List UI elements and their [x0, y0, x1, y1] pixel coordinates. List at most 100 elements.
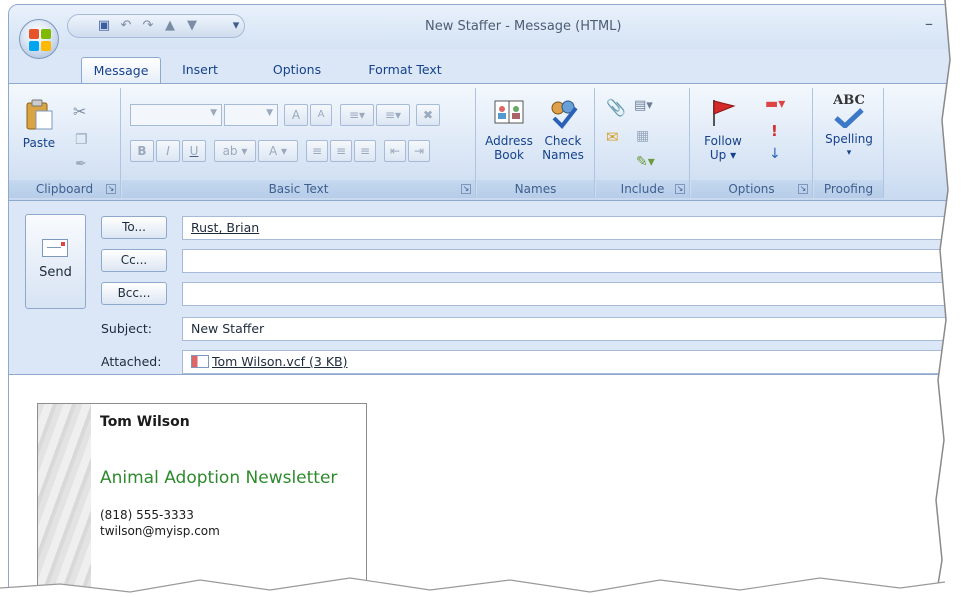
bullets-button[interactable]: ≡▾: [340, 104, 374, 126]
send-label: Send: [39, 265, 72, 280]
align-right-button[interactable]: ≡: [354, 140, 376, 162]
bold-button[interactable]: B: [130, 140, 154, 162]
copy-icon[interactable]: ❐: [75, 132, 88, 148]
numbering-button[interactable]: ≡▾: [376, 104, 410, 126]
include-group: 📎 ▤▾ ✉ ▦ ✎▾ Include ↘: [596, 88, 690, 198]
font-color-button[interactable]: A ▾: [258, 140, 298, 162]
vcard-file-icon: [191, 355, 209, 368]
proofing-group-label: Proofing: [814, 180, 883, 198]
spelling-button[interactable]: ABC Spelling ▾: [820, 94, 878, 160]
card-email: twilson@myisp.com: [100, 524, 220, 538]
attached-field: Tom Wilson.vcf (3 KB): [182, 350, 957, 374]
send-envelope-icon: [42, 239, 68, 257]
address-book-icon: [494, 100, 524, 124]
attached-label: Attached:: [101, 354, 162, 369]
card-phone: (818) 555-3333: [100, 508, 194, 522]
basic-text-group-label: Basic Text: [122, 180, 475, 198]
font-size-combo[interactable]: ▼: [224, 104, 278, 126]
format-painter-icon[interactable]: ✒: [75, 156, 87, 172]
follow-up-flag-icon: [713, 100, 736, 126]
cc-field[interactable]: [182, 249, 957, 273]
redo-icon[interactable]: ↷: [140, 19, 156, 33]
undo-icon[interactable]: ↶: [118, 19, 134, 33]
options-group-label: Options: [691, 180, 812, 198]
names-group-label: Names: [477, 180, 594, 198]
ribbon: Paste ✂ ❐ ✒ Clipboard ↘ ▼ ▼ A A ≡▾ ≡▾ ✖ …: [9, 83, 957, 201]
spelling-check-icon: [834, 108, 864, 128]
quick-access-toolbar: ▣ ↶ ↷ ▲ ▼ ▾: [67, 14, 245, 38]
customize-qat-icon[interactable]: ▾: [228, 19, 244, 33]
clear-formatting-button[interactable]: ✖: [416, 104, 440, 126]
spelling-abc-icon: ABC: [833, 93, 865, 108]
font-name-combo[interactable]: ▼: [130, 104, 222, 126]
calendar-icon[interactable]: ▦: [636, 128, 649, 144]
categorize-icon[interactable]: ▬▾: [765, 96, 785, 112]
business-card-strip: [38, 404, 91, 597]
minimize-button[interactable]: –: [919, 16, 939, 33]
to-recipient[interactable]: Rust, Brian: [191, 220, 259, 235]
basic-text-group: ▼ ▼ A A ≡▾ ≡▾ ✖ B I U ab ▾ A ▾ ≡ ≡ ≡ ⇤ ⇥…: [122, 88, 476, 198]
subject-field[interactable]: New Staffer: [182, 317, 957, 341]
underline-button[interactable]: U: [182, 140, 206, 162]
proofing-group: ABC Spelling ▾ Proofing: [814, 88, 884, 198]
subject-label: Subject:: [101, 321, 152, 336]
cc-button[interactable]: Cc...: [101, 249, 167, 272]
previous-icon[interactable]: ▲: [162, 19, 178, 33]
paste-icon: [26, 99, 53, 130]
save-icon[interactable]: ▣: [96, 19, 112, 33]
signature-icon[interactable]: ✎▾: [636, 154, 655, 170]
tab-insert[interactable]: Insert: [175, 57, 225, 83]
bcc-button[interactable]: Bcc...: [101, 282, 167, 305]
business-card-icon[interactable]: ▤▾: [634, 98, 653, 113]
attach-file-icon[interactable]: 📎: [606, 98, 626, 117]
tab-format-text[interactable]: Format Text: [363, 57, 447, 83]
highlight-button[interactable]: ab ▾: [214, 140, 256, 162]
business-card: Tom Wilson Animal Adoption Newsletter (8…: [37, 403, 367, 597]
paste-label: Paste: [22, 136, 56, 150]
next-icon[interactable]: ▼: [184, 19, 200, 33]
spelling-label: Spelling: [825, 132, 873, 146]
decrease-indent-button[interactable]: ⇤: [384, 140, 406, 162]
to-button[interactable]: To...: [101, 216, 167, 239]
check-names-icon: [551, 100, 578, 130]
basic-text-launcher-icon[interactable]: ↘: [461, 184, 471, 194]
clipboard-group: Paste ✂ ❐ ✒ Clipboard ↘: [9, 88, 121, 198]
options-launcher-icon[interactable]: ↘: [798, 184, 808, 194]
shrink-font-button[interactable]: A: [310, 104, 332, 126]
tab-options[interactable]: Options: [267, 57, 327, 83]
address-book-label-1: Address: [485, 134, 533, 148]
align-left-button[interactable]: ≡: [306, 140, 328, 162]
address-book-button[interactable]: Address Book: [483, 96, 535, 162]
card-name: Tom Wilson: [100, 414, 190, 430]
include-launcher-icon[interactable]: ↘: [675, 184, 685, 194]
title-bar: ▣ ↶ ↷ ▲ ▼ ▾ New Staffer - Message (HTML)…: [9, 5, 957, 49]
clipboard-group-label: Clipboard: [9, 180, 120, 198]
attach-item-icon[interactable]: ✉: [606, 128, 619, 146]
address-book-label-2: Book: [494, 148, 524, 162]
cut-icon[interactable]: ✂: [73, 102, 86, 121]
bcc-field[interactable]: [182, 282, 957, 306]
follow-up-button[interactable]: Follow Up ▾: [697, 96, 749, 162]
attachment-link[interactable]: Tom Wilson.vcf (3 KB): [212, 354, 348, 369]
follow-up-label-2: Up ▾: [709, 148, 737, 162]
check-names-button[interactable]: Check Names: [537, 96, 589, 162]
italic-button[interactable]: I: [156, 140, 180, 162]
spelling-dropdown-icon: ▾: [846, 148, 852, 158]
low-importance-icon[interactable]: ↓: [769, 146, 781, 162]
grow-font-button[interactable]: A: [284, 104, 308, 126]
follow-up-label-1: Follow: [704, 134, 742, 148]
increase-indent-button[interactable]: ⇥: [408, 140, 430, 162]
send-button[interactable]: Send: [25, 214, 86, 309]
window-title: New Staffer - Message (HTML): [425, 19, 622, 34]
names-group: Address Book Check Names Names: [477, 88, 595, 198]
card-organization: Animal Adoption Newsletter: [100, 468, 338, 488]
to-field[interactable]: Rust, Brian: [182, 216, 957, 240]
office-button[interactable]: [19, 19, 59, 59]
high-importance-icon[interactable]: !: [771, 122, 778, 140]
office-logo-icon: [29, 29, 51, 51]
clipboard-launcher-icon[interactable]: ↘: [106, 184, 116, 194]
message-body[interactable]: Tom Wilson Animal Adoption Newsletter (8…: [8, 374, 953, 597]
tab-message[interactable]: Message: [81, 57, 161, 84]
align-center-button[interactable]: ≡: [330, 140, 352, 162]
paste-button[interactable]: Paste: [17, 98, 61, 150]
